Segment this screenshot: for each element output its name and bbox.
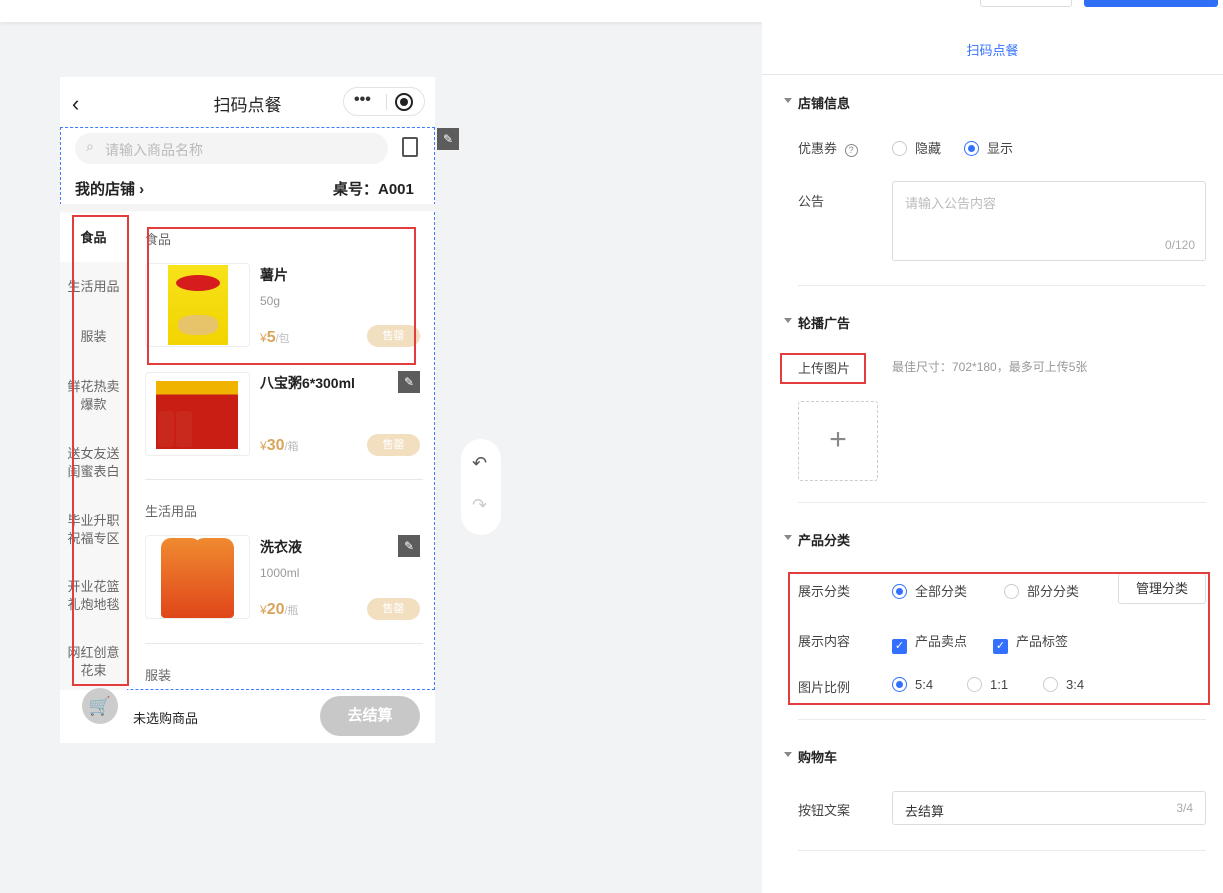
search-input[interactable]: ⌕ 请输入商品名称 <box>75 133 388 164</box>
product-name: 洗衣液 <box>260 539 302 555</box>
cart-icon[interactable]: 🛒 <box>82 688 118 724</box>
highlight-box <box>147 227 416 365</box>
panel-title: 扫码点餐 <box>966 43 1019 58</box>
secondary-action-button[interactable] <box>980 0 1072 7</box>
coupon-option-hide[interactable]: 隐藏 <box>892 138 941 157</box>
section-cart[interactable]: 购物车 <box>784 747 837 766</box>
button-text-value: 去结算 <box>905 804 945 819</box>
product-image[interactable] <box>145 535 250 619</box>
product-image[interactable] <box>145 372 250 456</box>
button-text-label: 按钮文案 <box>798 803 851 818</box>
notice-placeholder: 请输入公告内容 <box>905 196 997 211</box>
table-number: 桌号：A001 <box>333 181 414 198</box>
product-spec: 1000ml <box>260 566 300 580</box>
coupon-option-show[interactable]: 显示 <box>964 138 1013 157</box>
close-target-icon[interactable] <box>395 93 413 111</box>
primary-action-button[interactable] <box>1084 0 1218 7</box>
history-controls: ↶ ↷ <box>461 439 501 535</box>
notice-label: 公告 <box>798 194 825 209</box>
more-icon[interactable]: ••• <box>354 91 371 109</box>
highlight-box <box>780 353 866 384</box>
store-link[interactable]: 我的店铺 › <box>75 178 144 199</box>
edit-product-icon[interactable]: ✎ <box>398 535 420 557</box>
mini-program-capsule[interactable]: ••• <box>343 87 425 116</box>
cart-status: 未选购商品 <box>133 711 199 726</box>
notice-count: 0/120 <box>1164 238 1195 252</box>
button-text-count: 3/4 <box>1176 801 1193 815</box>
section-store-info[interactable]: 店铺信息 <box>784 93 850 112</box>
section-category[interactable]: 产品分类 <box>784 530 850 549</box>
order-list-icon[interactable] <box>402 137 418 157</box>
highlight-box <box>788 572 1210 705</box>
highlight-box <box>72 215 129 686</box>
redo-icon[interactable]: ↷ <box>472 495 487 516</box>
sold-out-button[interactable]: 售罄 <box>367 434 420 456</box>
notice-textarea[interactable]: 请输入公告内容 0/120 <box>892 181 1206 261</box>
product-price: ¥20/瓶 <box>260 601 299 618</box>
section-title: 生活用品 <box>145 504 198 519</box>
product-price: ¥30/箱 <box>260 437 299 454</box>
undo-icon[interactable]: ↶ <box>472 453 487 474</box>
button-text-input[interactable]: 去结算 3/4 <box>892 791 1206 825</box>
upload-add-button[interactable]: + <box>798 401 878 481</box>
product-name: 八宝粥6*300ml <box>260 375 355 391</box>
edit-component-icon[interactable]: ✎ <box>437 128 459 150</box>
section-title: 服装 <box>145 668 172 683</box>
checkout-button[interactable]: 去结算 <box>320 696 420 736</box>
coupon-label: 优惠券 ? <box>798 138 858 157</box>
section-banner[interactable]: 轮播广告 <box>784 313 850 332</box>
sold-out-button[interactable]: 售罄 <box>367 598 420 620</box>
search-icon: ⌕ <box>86 138 94 154</box>
upload-hint: 最佳尺寸：702*180，最多可上传5张 <box>892 360 1088 374</box>
edit-product-icon[interactable]: ✎ <box>398 371 420 393</box>
help-icon[interactable]: ? <box>844 144 858 157</box>
